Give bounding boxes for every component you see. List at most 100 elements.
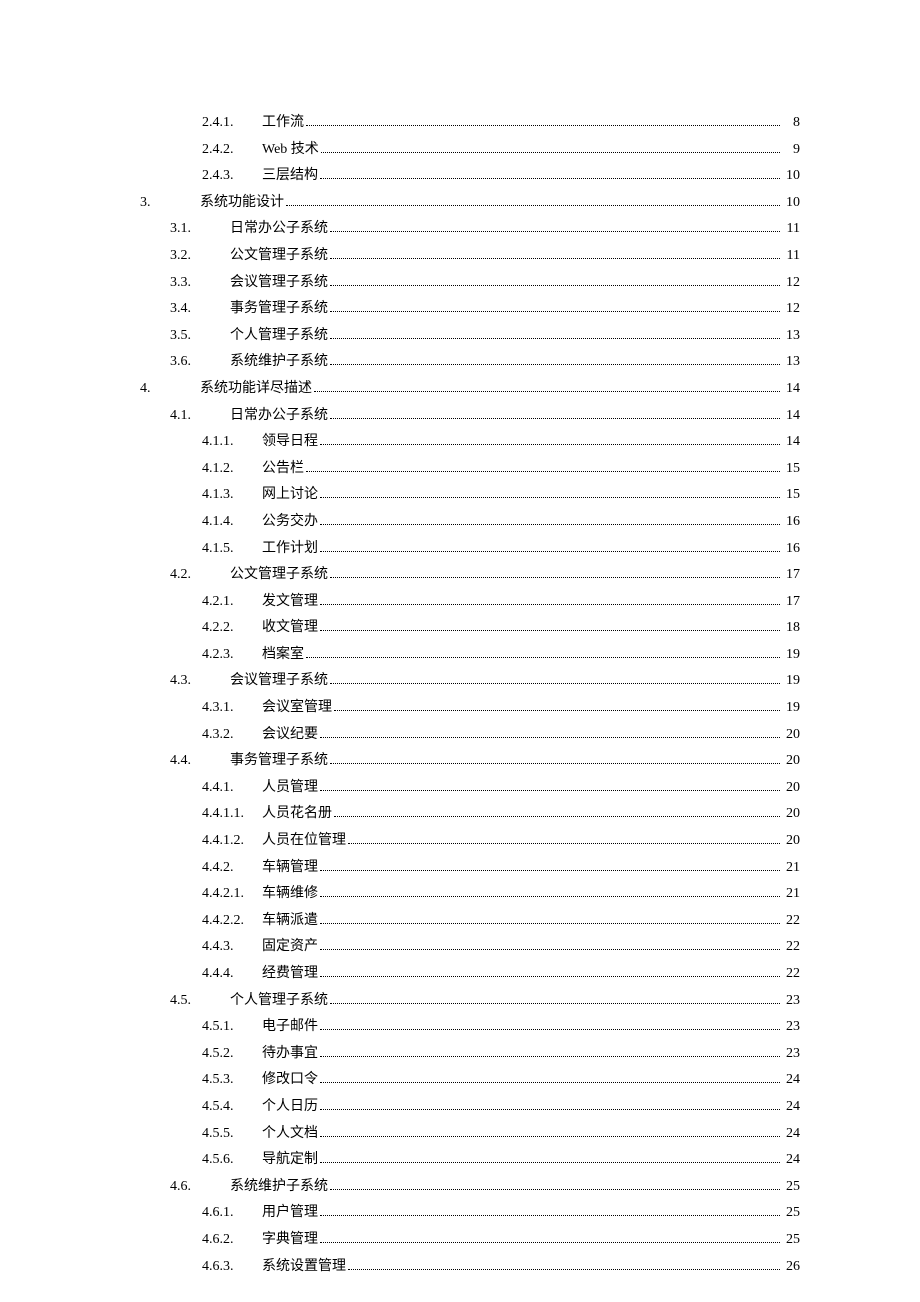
toc-entry-number: 4.6.3. bbox=[202, 1254, 252, 1281]
toc-entry: 4.4.2.车辆管理21 bbox=[140, 855, 800, 882]
toc-entry-title: 导航定制 bbox=[262, 1147, 318, 1174]
toc-leader-dots bbox=[330, 303, 780, 312]
toc-entry-page: 26 bbox=[782, 1254, 800, 1281]
toc-entry: 4.6.3.系统设置管理26 bbox=[140, 1254, 800, 1281]
toc-entry-page: 24 bbox=[782, 1067, 800, 1094]
toc-leader-dots bbox=[320, 436, 780, 445]
toc-entry-number: 4.4.2.1. bbox=[202, 881, 252, 908]
toc-entry: 3.系统功能设计10 bbox=[140, 190, 800, 217]
toc-entry-title: 人员管理 bbox=[262, 775, 318, 802]
toc-leader-dots bbox=[330, 250, 780, 259]
toc-entry-title: 网上讨论 bbox=[262, 482, 318, 509]
toc-entry: 4.5.个人管理子系统23 bbox=[140, 988, 800, 1015]
toc-entry-page: 24 bbox=[782, 1147, 800, 1174]
toc-entry-page: 21 bbox=[782, 855, 800, 882]
toc-entry-title: 系统维护子系统 bbox=[230, 349, 328, 376]
toc-entry-page: 11 bbox=[782, 243, 800, 270]
toc-entry-page: 20 bbox=[782, 748, 800, 775]
toc-entry-page: 25 bbox=[782, 1227, 800, 1254]
toc-leader-dots bbox=[330, 675, 780, 684]
toc-entry-page: 21 bbox=[782, 881, 800, 908]
toc-leader-dots bbox=[334, 702, 780, 711]
toc-entry-page: 23 bbox=[782, 988, 800, 1015]
toc-entry-title: 三层结构 bbox=[262, 163, 318, 190]
toc-entry-page: 16 bbox=[782, 509, 800, 536]
toc-entry-title: 日常办公子系统 bbox=[230, 403, 328, 430]
toc-leader-dots bbox=[320, 1154, 780, 1163]
toc-entry-number: 4.3.1. bbox=[202, 695, 252, 722]
toc-entry-page: 17 bbox=[782, 589, 800, 616]
toc-entry-number: 4.5.1. bbox=[202, 1014, 252, 1041]
toc-entry-page: 25 bbox=[782, 1174, 800, 1201]
toc-leader-dots bbox=[330, 356, 780, 365]
toc-leader-dots bbox=[320, 1234, 780, 1243]
toc-entry-title: 工作计划 bbox=[262, 536, 318, 563]
toc-entry-title: 个人管理子系统 bbox=[230, 323, 328, 350]
toc-entry-title: 会议纪要 bbox=[262, 722, 318, 749]
toc-leader-dots bbox=[320, 914, 780, 923]
toc-entry: 4.2.公文管理子系统17 bbox=[140, 562, 800, 589]
toc-entry: 4.1.2.公告栏15 bbox=[140, 456, 800, 483]
toc-entry: 4.6.1.用户管理25 bbox=[140, 1200, 800, 1227]
toc-leader-dots bbox=[330, 223, 780, 232]
toc-entry: 4.4.2.1. 车辆维修 21 bbox=[140, 881, 800, 908]
toc-entry-title: Web 技术 bbox=[262, 137, 319, 164]
toc-entry-number: 4.3.2. bbox=[202, 722, 252, 749]
toc-entry: 4.4.4.经费管理22 bbox=[140, 961, 800, 988]
toc-entry-title: 会议管理子系统 bbox=[230, 270, 328, 297]
toc-entry-number: 4.6.2. bbox=[202, 1227, 252, 1254]
toc-entry-title: 系统功能设计 bbox=[200, 190, 284, 217]
toc-entry-number: 4.4. bbox=[170, 748, 220, 775]
toc-entry-number: 2.4.1. bbox=[202, 110, 252, 137]
toc-entry: 4.6.系统维护子系统25 bbox=[140, 1174, 800, 1201]
toc-entry: 4.5.1.电子邮件23 bbox=[140, 1014, 800, 1041]
toc-entry: 4.4.2.2.车辆派遣22 bbox=[140, 908, 800, 935]
toc-entry-title: 公文管理子系统 bbox=[230, 243, 328, 270]
toc-entry-page: 22 bbox=[782, 908, 800, 935]
toc-entry: 3.1.日常办公子系统11 bbox=[140, 216, 800, 243]
toc-entry-number: 4.4.3. bbox=[202, 934, 252, 961]
toc-entry-number: 2.4.2. bbox=[202, 137, 252, 164]
toc-entry-title: 领导日程 bbox=[262, 429, 318, 456]
toc-entry: 2.4.2. Web 技术 9 bbox=[140, 137, 800, 164]
toc-entry-number: 4.4.2.2. bbox=[202, 908, 252, 935]
toc-entry-page: 24 bbox=[782, 1094, 800, 1121]
toc-entry-number: 4.1.2. bbox=[202, 456, 252, 483]
toc-leader-dots bbox=[320, 170, 780, 179]
toc-entry: 4.4.1.1.人员花名册20 bbox=[140, 801, 800, 828]
toc-entry-page: 23 bbox=[782, 1041, 800, 1068]
toc-entry-page: 12 bbox=[782, 270, 800, 297]
toc-entry-number: 4.4.1.1. bbox=[202, 801, 252, 828]
toc-entry-title: 车辆维修 bbox=[262, 881, 318, 908]
toc-entry-page: 14 bbox=[782, 376, 800, 403]
toc-entry-title: 会议室管理 bbox=[262, 695, 332, 722]
toc-entry-page: 25 bbox=[782, 1200, 800, 1227]
toc-entry-number: 3.4. bbox=[170, 296, 220, 323]
toc-entry: 3.4.事务管理子系统12 bbox=[140, 296, 800, 323]
toc-entry: 4.5.3.修改口令24 bbox=[140, 1067, 800, 1094]
toc-entry-title: 公文管理子系统 bbox=[230, 562, 328, 589]
toc-entry-page: 20 bbox=[782, 828, 800, 855]
toc-leader-dots bbox=[320, 781, 780, 790]
toc-leader-dots bbox=[330, 569, 780, 578]
toc-entry-page: 8 bbox=[782, 110, 800, 137]
toc-leader-dots bbox=[320, 516, 780, 525]
document-page: 2.4.1.工作流82.4.2.Web 技术92.4.3.三层结构103.系统功… bbox=[0, 0, 920, 1302]
toc-leader-dots bbox=[320, 489, 780, 498]
toc-entry-title: 系统维护子系统 bbox=[230, 1174, 328, 1201]
toc-leader-dots bbox=[320, 1127, 780, 1136]
toc-entry-number: 3.5. bbox=[170, 323, 220, 350]
toc-entry-number: 4.3. bbox=[170, 668, 220, 695]
toc-leader-dots bbox=[306, 462, 780, 471]
toc-entry: 4.2.2.收文管理18 bbox=[140, 615, 800, 642]
toc-entry-page: 18 bbox=[782, 615, 800, 642]
toc-entry-number: 3.1. bbox=[170, 216, 220, 243]
toc-entry: 4.1.日常办公子系统14 bbox=[140, 403, 800, 430]
toc-entry-page: 9 bbox=[782, 137, 800, 164]
toc-leader-dots bbox=[330, 1180, 780, 1189]
toc-entry-number: 4.5. bbox=[170, 988, 220, 1015]
toc-entry-number: 4.1.1. bbox=[202, 429, 252, 456]
toc-entry-page: 22 bbox=[782, 961, 800, 988]
toc-entry-number: 3. bbox=[140, 190, 190, 217]
toc-entry-title: 固定资产 bbox=[262, 934, 318, 961]
